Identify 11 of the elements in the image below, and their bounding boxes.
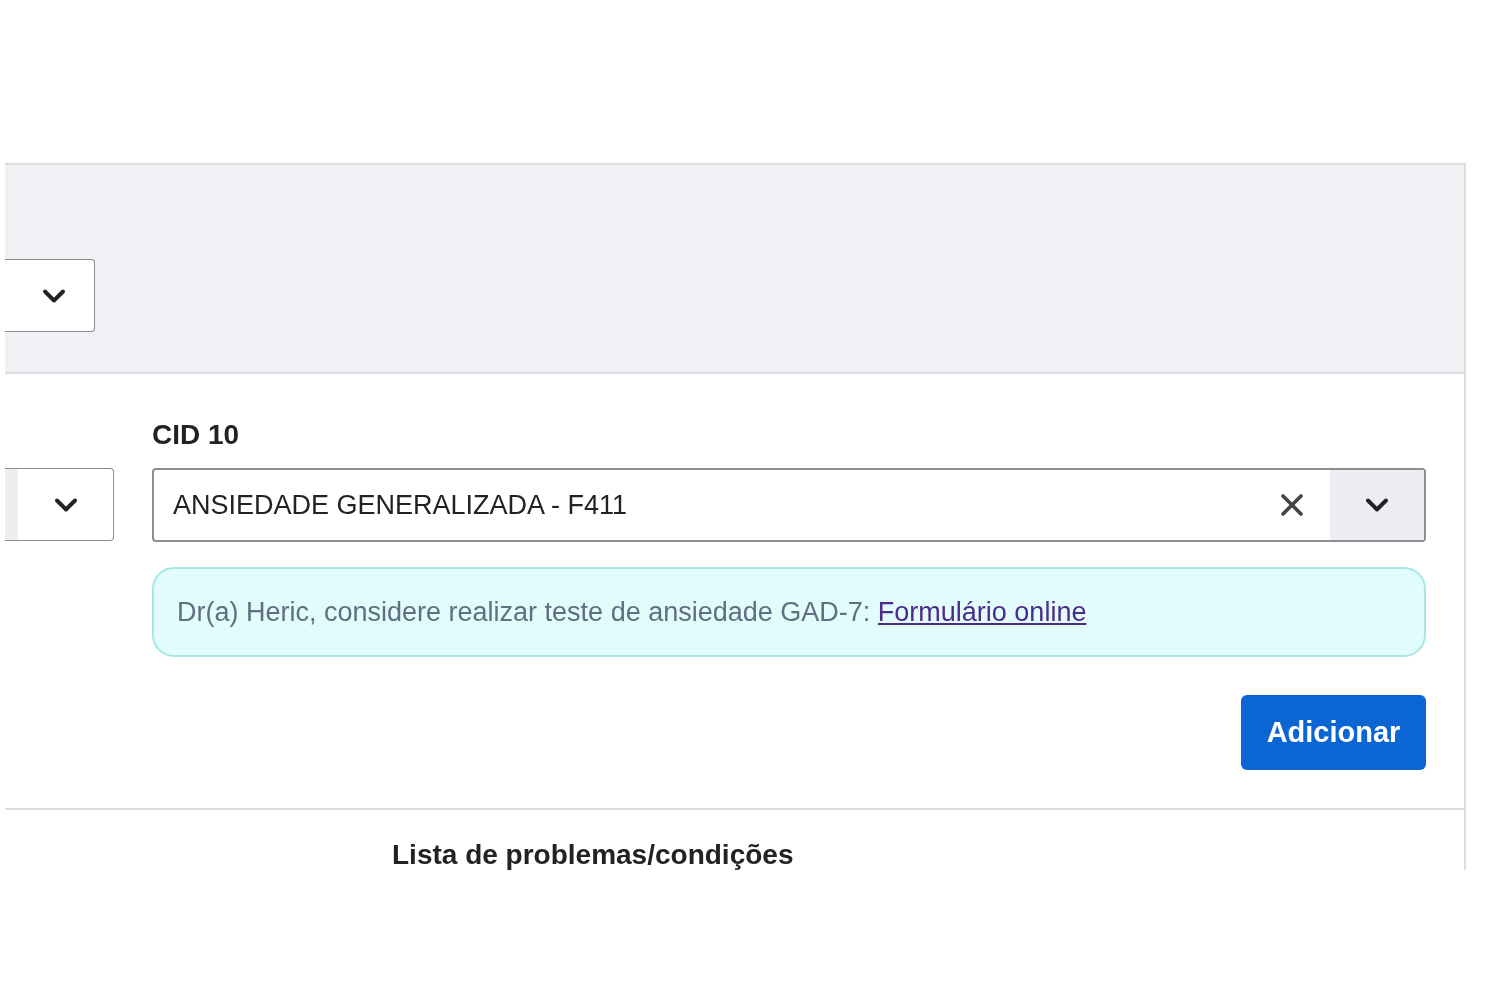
- select-field[interactable]: [5, 259, 95, 332]
- online-form-link[interactable]: Formulário online: [877, 596, 1087, 627]
- dropdown-toggle[interactable]: [1330, 470, 1424, 540]
- field-value: ANSIEDADE GENERALIZADA - F411: [173, 488, 629, 522]
- field-label: CID 10: [152, 418, 240, 451]
- select-value-area: [5, 469, 18, 540]
- add-button[interactable]: Adicionar: [1241, 695, 1426, 770]
- section-title: Lista de problemas/condições: [392, 839, 794, 870]
- select-field[interactable]: [5, 468, 114, 541]
- cid-select-field[interactable]: ANSIEDADE GENERALIZADA - F411: [152, 468, 1426, 542]
- alert-message: Dr(a) Heric, considere realizar teste de ansiedade GAD-7: Formulário online: [177, 595, 1087, 629]
